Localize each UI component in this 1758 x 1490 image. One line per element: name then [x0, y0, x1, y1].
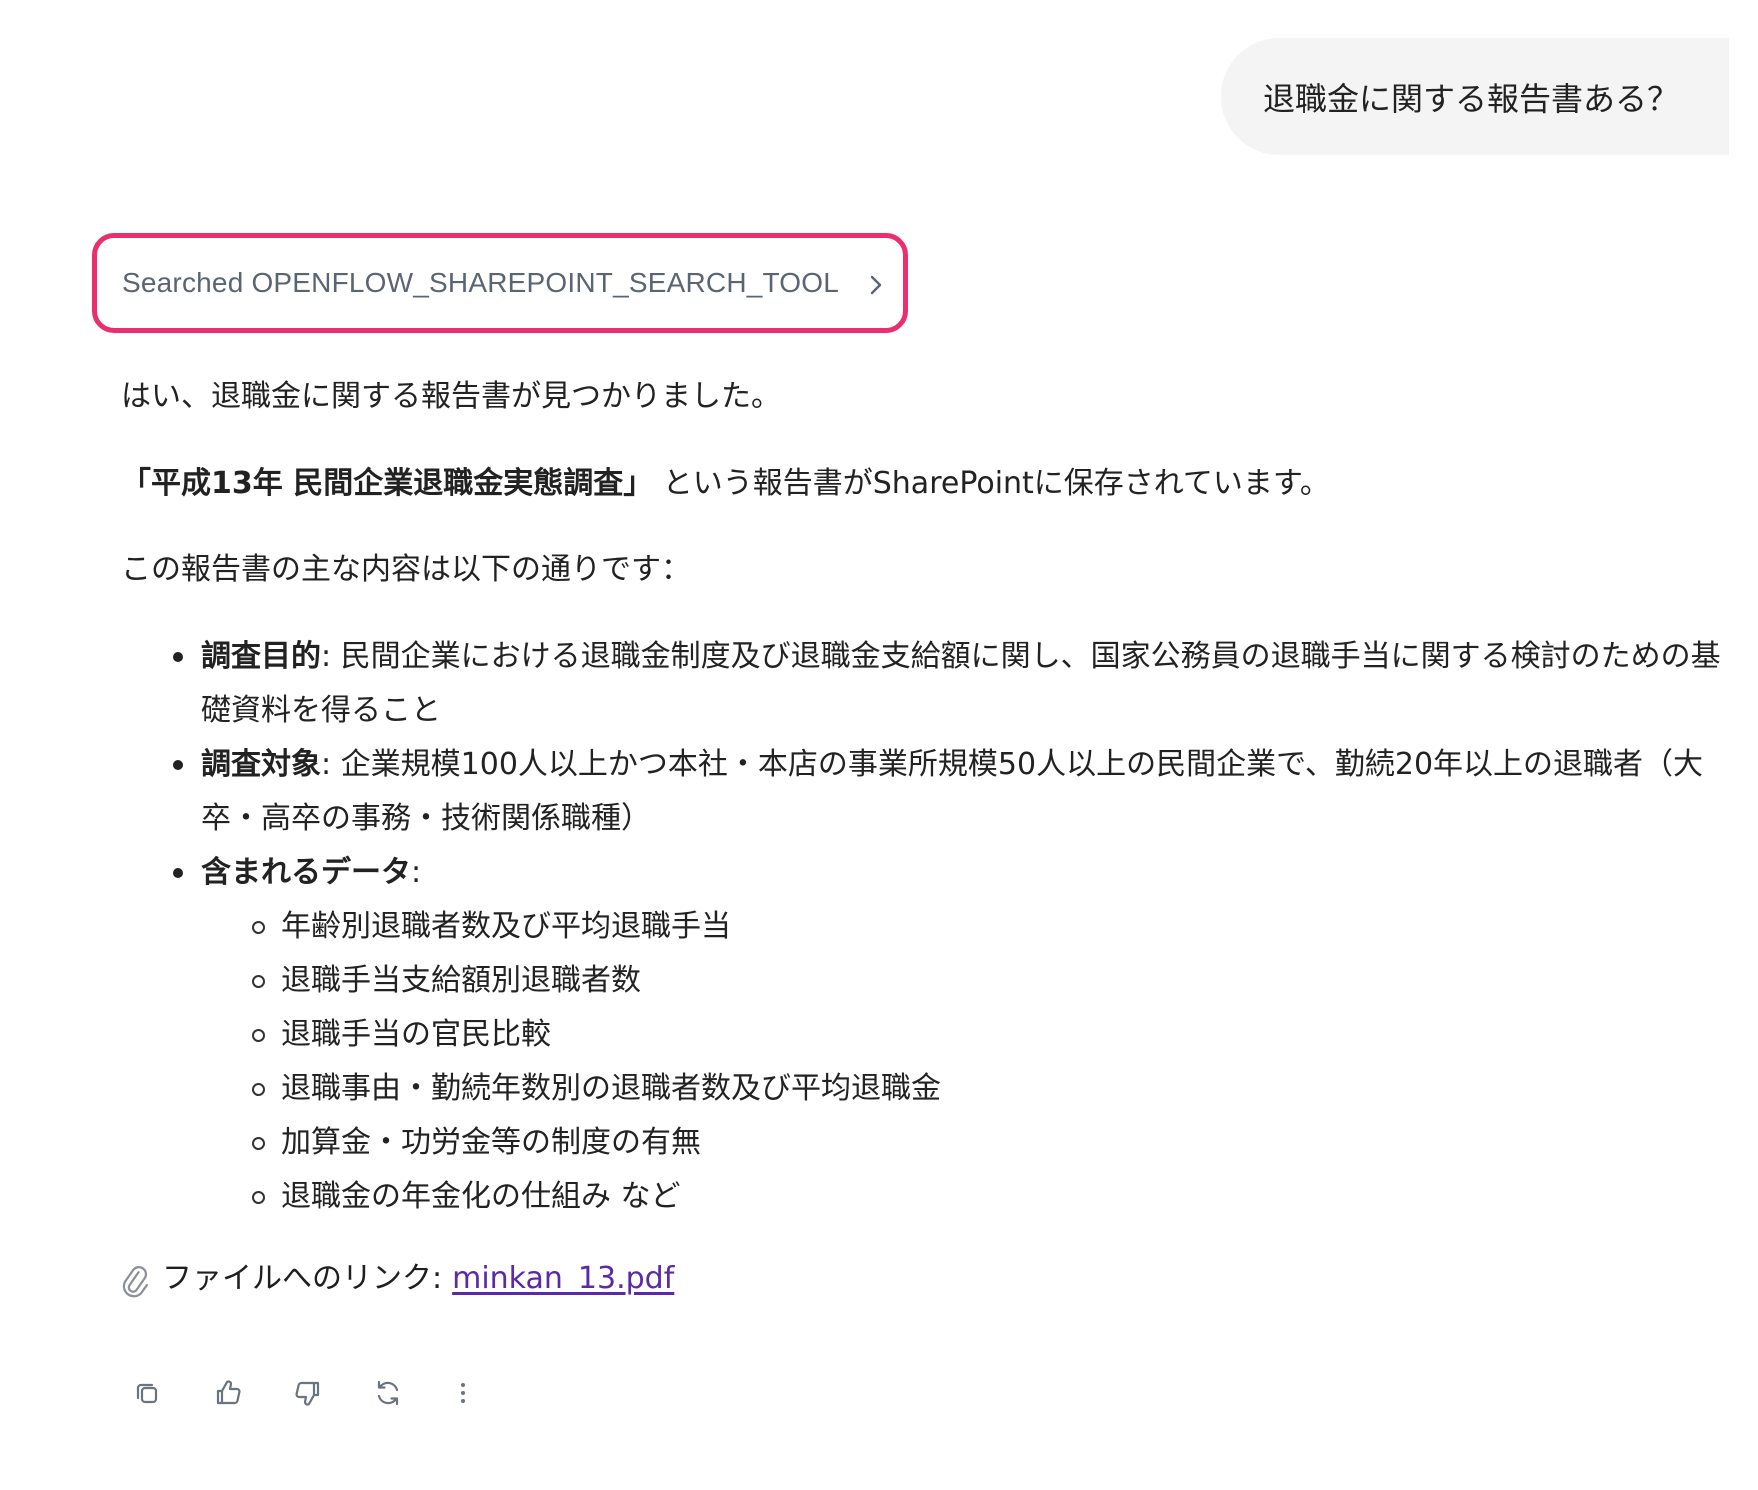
file-link-line: ファイルへのリンク: minkan_13.pdf — [118, 1252, 674, 1306]
thumbs-down-icon — [293, 1378, 323, 1408]
sub-list-item: 退職事由・勤続年数別の退職者数及び平均退職金 — [121, 1062, 1721, 1116]
sub-item-text: 退職金の年金化の仕組み など — [281, 1179, 681, 1214]
sub-item-text: 退職事由・勤続年数別の退職者数及び平均退職金 — [281, 1071, 941, 1106]
report-suffix: という報告書がSharePointに保存されています。 — [662, 466, 1330, 501]
user-message-text: 退職金に関する報告書ある？ — [1262, 79, 1679, 118]
sub-item-text: 退職手当の官民比較 — [281, 1017, 551, 1052]
regenerate-button[interactable] — [373, 1366, 453, 1420]
list-item: 調査目的: 民間企業における退職金制度及び退職金支給額に関し、国家公務員の退職手… — [121, 630, 1721, 738]
sub-list-item: 退職手当の官民比較 — [121, 1008, 1721, 1062]
tool-call-toggle[interactable]: Searched OPENFLOW_SHAREPOINT_SEARCH_TOOL — [92, 233, 908, 333]
sub-list-item: 退職金の年金化の仕組み など — [121, 1170, 1721, 1224]
list-item: 調査対象: 企業規模100人以上かつ本社・本店の事業所規模50人以上の民間企業で… — [121, 738, 1721, 846]
bullet-dot — [173, 652, 183, 662]
bullet-text: : — [411, 855, 422, 890]
copy-button[interactable] — [133, 1366, 213, 1420]
chevron-right-icon — [867, 274, 885, 295]
user-message-bubble: 退職金に関する報告書ある？ — [1220, 38, 1729, 155]
reply-intro: はい、退職金に関する報告書が見つかりました。 — [121, 379, 781, 414]
bullet-label: 調査目的 — [201, 639, 321, 674]
more-options-button[interactable] — [453, 1366, 533, 1420]
copy-icon — [133, 1379, 161, 1407]
message-actions — [133, 1366, 533, 1420]
bullet-list: 調査目的: 民間企業における退職金制度及び退職金支給額に関し、国家公務員の退職手… — [121, 630, 1721, 1224]
sub-bullet-ring — [252, 1137, 265, 1150]
bullet-text: : 民間企業における退職金制度及び退職金支給額に関し、国家公務員の退職手当に関す… — [201, 639, 1721, 728]
thumbs-down-button[interactable] — [293, 1366, 373, 1420]
sub-list-item: 加算金・功労金等の制度の有無 — [121, 1116, 1721, 1170]
file-link[interactable]: minkan_13.pdf — [452, 1252, 674, 1306]
bullet-dot — [173, 868, 183, 878]
more-vertical-icon — [453, 1379, 473, 1407]
sub-list-item: 年齢別退職者数及び平均退職手当 — [121, 900, 1721, 954]
sub-item-text: 加算金・功労金等の制度の有無 — [281, 1125, 701, 1160]
bullet-label: 含まれるデータ — [201, 855, 411, 890]
sub-bullet-ring — [252, 1029, 265, 1042]
tool-call-label: Searched OPENFLOW_SHAREPOINT_SEARCH_TOOL — [122, 267, 840, 298]
sub-bullet-ring — [252, 975, 265, 988]
paperclip-icon — [118, 1262, 152, 1298]
sub-bullet-ring — [252, 1083, 265, 1096]
sub-list-item: 退職手当支給額別退職者数 — [121, 954, 1721, 1008]
thumbs-up-button[interactable] — [213, 1366, 293, 1420]
bullet-dot — [173, 760, 183, 770]
bullet-label: 調査対象 — [201, 747, 321, 782]
regenerate-icon — [373, 1378, 403, 1408]
sub-bullet-ring — [252, 921, 265, 934]
sub-item-text: 年齢別退職者数及び平均退職手当 — [281, 909, 731, 944]
reply-report-line: 「平成13年 民間企業退職金実態調査」 という報告書がSharePointに保存… — [121, 457, 1330, 511]
reply-contents-intro: この報告書の主な内容は以下の通りです： — [121, 552, 691, 587]
sub-item-text: 退職手当支給額別退職者数 — [281, 963, 641, 998]
sub-bullet-ring — [252, 1191, 265, 1204]
bullet-text: : 企業規模100人以上かつ本社・本店の事業所規模50人以上の民間企業で、勤続2… — [201, 747, 1704, 836]
thumbs-up-icon — [213, 1378, 243, 1408]
report-title: 「平成13年 民間企業退職金実態調査」 — [121, 466, 654, 501]
file-link-prefix: ファイルへのリンク: — [162, 1261, 443, 1296]
list-item: 含まれるデータ: — [121, 846, 1721, 900]
